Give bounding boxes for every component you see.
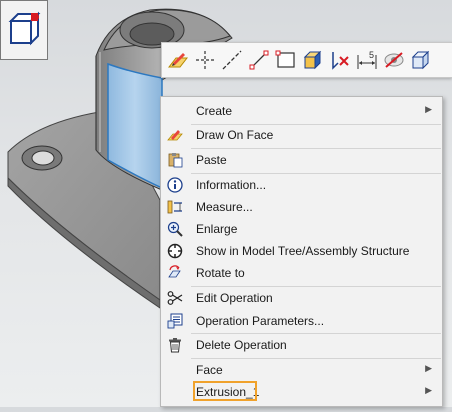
menu-item-label: Edit Operation: [196, 291, 273, 305]
menu-item-label: Measure...: [196, 200, 253, 214]
rotate-to-icon: [167, 265, 183, 281]
cross-point-icon: [196, 51, 214, 69]
dashed-line-icon: [222, 50, 242, 70]
menu-item-label: Create: [196, 104, 233, 118]
mini-toolbar: 5: [161, 42, 452, 78]
solid-box-icon: [303, 50, 322, 70]
menu-item-label: Draw On Face: [196, 128, 274, 142]
parameters-icon: [167, 313, 183, 329]
view-cube-icon: [8, 11, 41, 46]
submenu-arrow-icon: ▶: [425, 363, 432, 373]
context-menu: Create ▶ Draw On Face Paste Information.…: [160, 96, 443, 407]
solid-box-button[interactable]: [300, 46, 326, 74]
zoom-icon: [167, 221, 183, 237]
menu-item-label: Show in Model Tree/Assembly Structure: [196, 244, 410, 258]
view-cube-icon: [411, 50, 430, 70]
menu-item-label: Extrusion_1: [196, 385, 260, 399]
trash-icon: [167, 337, 183, 353]
menu-item-extrusion-1[interactable]: Extrusion_1 ▶: [161, 381, 442, 403]
menu-item-draw-on-face[interactable]: Draw On Face: [161, 124, 442, 146]
menu-item-operation-parameters[interactable]: Operation Parameters...: [161, 310, 442, 332]
menu-item-information[interactable]: Information...: [161, 174, 442, 196]
draw-on-face-button[interactable]: [165, 46, 191, 74]
menu-item-rotate-to[interactable]: Rotate to: [161, 262, 442, 284]
menu-item-show-in-model-tree[interactable]: Show in Model Tree/Assembly Structure: [161, 240, 442, 262]
cross-point-button[interactable]: [192, 46, 218, 74]
menu-item-label: Information...: [196, 178, 267, 192]
dimension-value: 5: [369, 50, 374, 60]
draw-on-face-icon: [167, 53, 189, 68]
measure-icon: [167, 199, 183, 215]
menu-item-edit-operation[interactable]: Edit Operation: [161, 287, 442, 309]
submenu-arrow-icon: ▶: [425, 385, 432, 395]
rectangle-icon: [275, 50, 295, 68]
line-segment-button[interactable]: [246, 46, 272, 74]
menu-item-label: Face: [196, 363, 223, 377]
menu-item-label: Paste: [196, 153, 227, 167]
view-cube-button[interactable]: [0, 0, 48, 60]
info-icon: [167, 177, 183, 193]
dimension-icon: 5: [357, 50, 377, 69]
delete-edge-button[interactable]: [327, 46, 353, 74]
menu-item-create[interactable]: Create ▶: [161, 100, 442, 122]
view-cube-toolbar-button[interactable]: [408, 46, 434, 74]
delete-edge-icon: [332, 52, 349, 70]
scissors-icon: [167, 290, 183, 306]
menu-item-label: Delete Operation: [196, 338, 287, 352]
dimension-button[interactable]: 5: [354, 46, 380, 74]
menu-item-enlarge[interactable]: Enlarge: [161, 218, 442, 240]
hide-icon: [384, 52, 404, 68]
rectangle-button[interactable]: [273, 46, 299, 74]
paste-icon: [167, 152, 183, 168]
draw-on-face-icon: [167, 127, 183, 143]
submenu-arrow-icon: ▶: [425, 104, 432, 114]
dashed-line-button[interactable]: [219, 46, 245, 74]
menu-item-label: Operation Parameters...: [196, 314, 325, 328]
menu-item-face[interactable]: Face ▶: [161, 359, 442, 381]
menu-item-measure[interactable]: Measure...: [161, 196, 442, 218]
line-segment-icon: [249, 50, 269, 70]
locate-icon: [167, 243, 183, 259]
menu-item-delete-operation[interactable]: Delete Operation: [161, 334, 442, 356]
menu-item-label: Rotate to: [196, 266, 245, 280]
hide-button[interactable]: [381, 46, 407, 74]
menu-item-paste[interactable]: Paste: [161, 149, 442, 171]
menu-item-label: Enlarge: [196, 222, 238, 236]
